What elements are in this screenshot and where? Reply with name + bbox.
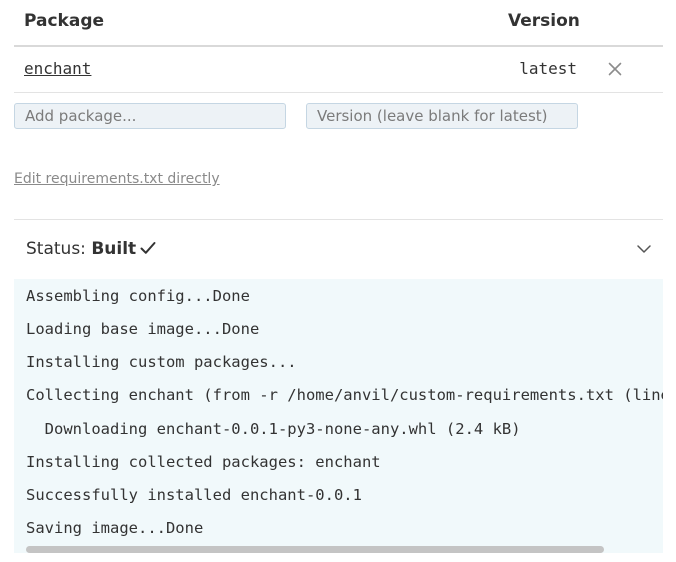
log-line: Saving image...Done [26,519,204,537]
log-line: Assembling config...Done [26,287,250,305]
package-manager: Package Version enchant latest Edit requ… [14,0,663,562]
version-input[interactable] [306,103,578,129]
table-row: enchant latest [14,47,663,93]
log-line: Installing custom packages... [26,353,297,371]
status-value: Built [91,239,137,259]
close-icon[interactable] [606,60,624,78]
log-line: Loading base image...Done [26,320,260,338]
add-package-input[interactable] [14,103,286,129]
column-header-version: Version [508,11,580,31]
package-version: latest [519,59,577,78]
package-name-link[interactable]: enchant [24,59,91,78]
status-toggle[interactable]: Status: Built [14,219,663,280]
log-line: Downloading enchant-0.0.1-py3-none-any.w… [26,420,521,438]
chevron-down-icon[interactable] [636,241,652,257]
column-header-package: Package [24,11,105,31]
log-line: Installing collected packages: enchant [26,453,381,471]
log-line: Successfully installed enchant-0.0.1 [26,486,362,504]
log-line: Collecting enchant (from -r /home/anvil/… [26,386,663,404]
build-log: Assembling config...Done Loading base im… [14,279,663,553]
edit-requirements-link[interactable]: Edit requirements.txt directly [14,171,220,187]
status-text: Status: Built [26,239,156,260]
check-icon [140,240,156,260]
horizontal-scrollbar[interactable] [26,546,604,553]
status-label: Status: [26,239,92,259]
table-header: Package Version [14,0,663,47]
